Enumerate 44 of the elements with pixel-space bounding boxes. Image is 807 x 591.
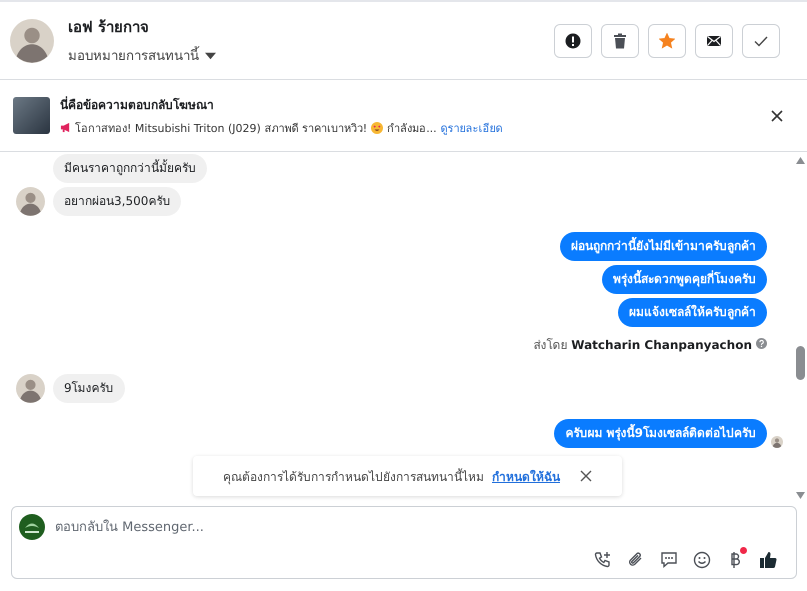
ad-photo-placeholder [13, 97, 50, 134]
message-bubble: ผ่อนถูกกว่านี้ยังไม่มีเข้ามาครับลูกค้า [560, 232, 767, 261]
star-button[interactable] [648, 24, 686, 58]
ad-text: กำลังมอ... [387, 120, 437, 136]
ad-title: นี่คือข้อความตอบกลับโฆษณา [60, 95, 215, 114]
ad-text: โอกาสทอง! Mitsubishi Triton (J029) สภาพดี ราคาเบาหวิว! [75, 120, 368, 136]
scroll-up-arrow-icon [796, 156, 805, 164]
contact-name: เอฟ ร้ายกาจ [68, 17, 150, 38]
mail-button[interactable] [695, 24, 733, 58]
message-bubble: ผมแจ้งเซลล์ให้ครับลูกค้า [618, 298, 767, 327]
reply-field[interactable]: ตอบกลับใน Messenger... [11, 506, 797, 579]
caret-icon [205, 52, 216, 60]
emoji-button[interactable] [692, 550, 712, 570]
saved-replies-button[interactable] [659, 550, 679, 570]
assign-to-me-link[interactable]: กำหนดให้ฉัน [492, 466, 560, 486]
scrollbar-thumb[interactable] [796, 346, 805, 380]
smiley-icon [692, 550, 712, 570]
assign-dropdown[interactable]: มอบหมายการสนทนานี้ [68, 45, 554, 66]
help-icon [756, 338, 767, 352]
page-logo-icon [19, 514, 45, 540]
heart-eyes-emoji-icon [371, 122, 384, 134]
profile-avatar [10, 18, 54, 62]
message-bubble: 9โมงครับ [53, 374, 125, 403]
chat-bubble-icon [659, 550, 679, 570]
alert-icon [565, 32, 581, 48]
megaphone-icon [60, 122, 71, 133]
details-link[interactable]: ดูรายละเอียด [440, 118, 503, 136]
message-bubble: อยากผ่อน3,500ครับ [53, 187, 182, 216]
phone-plus-icon [593, 550, 613, 570]
star-icon [659, 32, 675, 48]
message-bubble: พรุ่งนี้สะดวกพูดคุยกี่โมงครับ [602, 265, 767, 294]
trash-icon [612, 32, 628, 48]
like-button[interactable] [758, 550, 778, 570]
thumbs-up-icon [758, 550, 778, 570]
close-button[interactable] [580, 470, 592, 482]
message-bubble: มีคนราคาถูกกว่านี้มั้ยครับ [53, 154, 207, 183]
sent-by-text: ส่งโดย Watcharin Chanpanyachon [533, 337, 752, 354]
spam-button[interactable] [554, 24, 592, 58]
banner-text: คุณต้องการได้รับการกำหนดไปยังการสนทนานี้ไหม [223, 467, 484, 486]
message-bubble: ครับผม พรุ่งนี้9โมงเซลล์ติดต่อไปครับ [554, 419, 767, 448]
close-button[interactable] [769, 108, 785, 124]
scroll-down-arrow-icon [796, 492, 805, 500]
call-button[interactable] [593, 550, 613, 570]
delete-button[interactable] [601, 24, 639, 58]
